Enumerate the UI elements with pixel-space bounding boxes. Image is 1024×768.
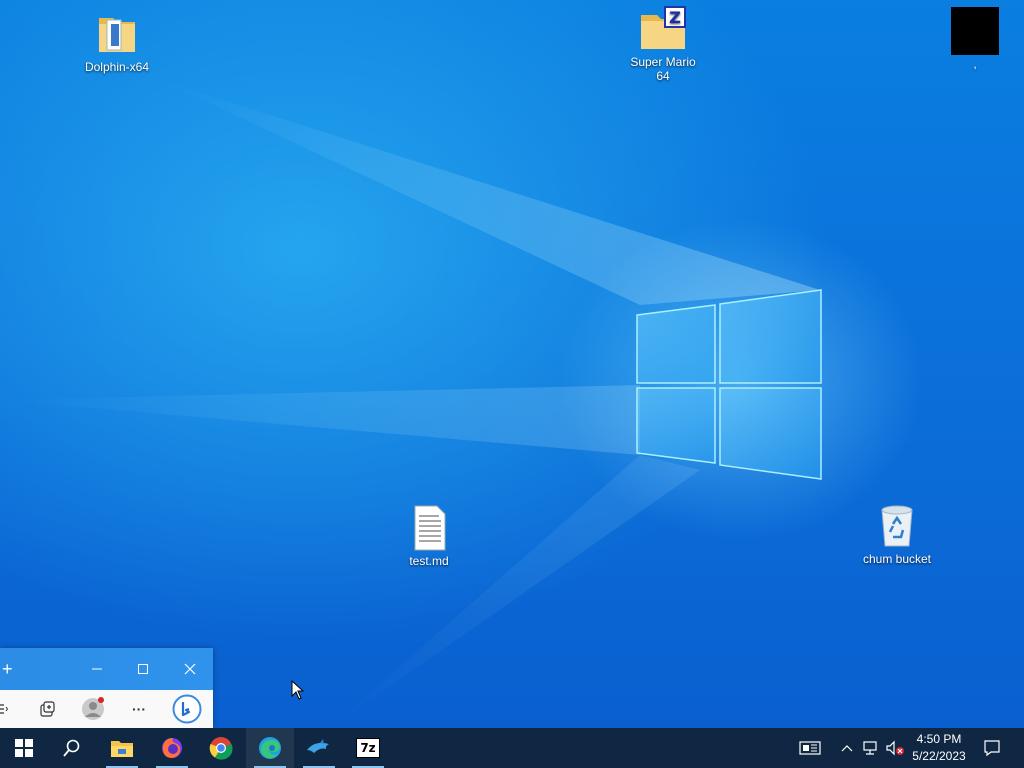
- start-button[interactable]: [0, 728, 48, 768]
- collections-button[interactable]: [29, 690, 65, 728]
- network-icon: [863, 741, 877, 755]
- favorites-list-button[interactable]: [0, 690, 12, 728]
- dolphin-x64-folder[interactable]: Dolphin-x64: [77, 10, 157, 74]
- windows-logo-wallpaper: [636, 289, 822, 480]
- favorites-list-icon: [0, 704, 9, 714]
- bing-chat-button[interactable]: [167, 690, 207, 728]
- desktop[interactable]: Dolphin-x64 Z Super Mario 64 , test.md c…: [0, 0, 1024, 728]
- test-md-file[interactable]: test.md: [389, 504, 469, 568]
- recycle-bin[interactable]: chum bucket: [857, 502, 937, 566]
- bing-chat-icon: [172, 694, 202, 724]
- chrome-taskbar-button[interactable]: [197, 728, 245, 768]
- clock-date: 5/22/2023: [912, 749, 966, 763]
- taskbar-clock[interactable]: 4:50 PM 5/22/2023: [904, 731, 974, 765]
- edge-titlebar[interactable]: +: [0, 648, 213, 690]
- dolphin-taskbar-button[interactable]: [295, 728, 343, 768]
- news-icon: [799, 741, 821, 755]
- dolphin-icon: [307, 739, 329, 753]
- search-button[interactable]: [48, 728, 96, 768]
- more-options-button[interactable]: ···: [121, 690, 157, 728]
- more-dots-icon: ···: [132, 701, 146, 717]
- search-icon: [63, 739, 80, 757]
- volume-button[interactable]: [884, 728, 906, 768]
- minimize-icon: [92, 668, 102, 670]
- icon-label: chum bucket: [862, 552, 932, 566]
- text-file-icon: [414, 505, 446, 551]
- mouse-cursor-icon: [291, 680, 305, 700]
- chrome-icon: [209, 737, 233, 760]
- zip-folder-icon: Z: [641, 6, 686, 49]
- icon-label: Super Mario 64: [630, 55, 696, 83]
- clock-time: 4:50 PM: [916, 732, 962, 746]
- maximize-icon: [138, 664, 148, 674]
- maximize-button[interactable]: [120, 648, 166, 690]
- network-button[interactable]: [860, 728, 880, 768]
- taskbar: 7z 4:50 PM 5/22/2023: [0, 728, 1024, 768]
- 7zip-icon: 7z: [356, 738, 380, 758]
- firefox-icon: [162, 738, 182, 758]
- close-icon: [184, 663, 196, 675]
- 7zip-taskbar-button[interactable]: 7z: [344, 728, 392, 768]
- edge-toolbar: ···: [0, 690, 213, 728]
- super-mario-64-archive[interactable]: Z Super Mario 64: [623, 5, 703, 83]
- profile-button[interactable]: [75, 690, 111, 728]
- black-square-icon: [951, 7, 999, 55]
- edge-icon: [259, 737, 281, 759]
- news-widget-button[interactable]: [796, 728, 824, 768]
- action-center-button[interactable]: [980, 728, 1004, 768]
- minimize-button[interactable]: [74, 648, 120, 690]
- edge-window[interactable]: + ···: [0, 648, 213, 728]
- close-button[interactable]: [167, 648, 213, 690]
- start-icon: [15, 739, 33, 757]
- svg-text:Z: Z: [669, 8, 681, 27]
- black-square-shortcut[interactable]: ,: [935, 7, 1015, 71]
- icon-label: Dolphin-x64: [84, 60, 150, 74]
- wallpaper-beams: [0, 80, 820, 728]
- volume-muted-icon: [886, 740, 904, 756]
- new-tab-button[interactable]: +: [0, 648, 18, 690]
- file-explorer-taskbar-button[interactable]: [98, 728, 146, 768]
- collections-icon: [40, 701, 55, 717]
- edge-taskbar-button[interactable]: [246, 728, 294, 768]
- folder-icon: [99, 18, 135, 52]
- firefox-taskbar-button[interactable]: [148, 728, 196, 768]
- file-explorer-icon: [111, 741, 133, 757]
- show-hidden-icons-button[interactable]: [838, 728, 856, 768]
- recycle-bin-icon: [881, 505, 913, 547]
- icon-label: test.md: [409, 554, 449, 568]
- profile-icon: [82, 697, 104, 720]
- icon-label: ,: [973, 57, 977, 71]
- chevron-up-icon: [841, 745, 853, 752]
- notification-icon: [984, 740, 1000, 757]
